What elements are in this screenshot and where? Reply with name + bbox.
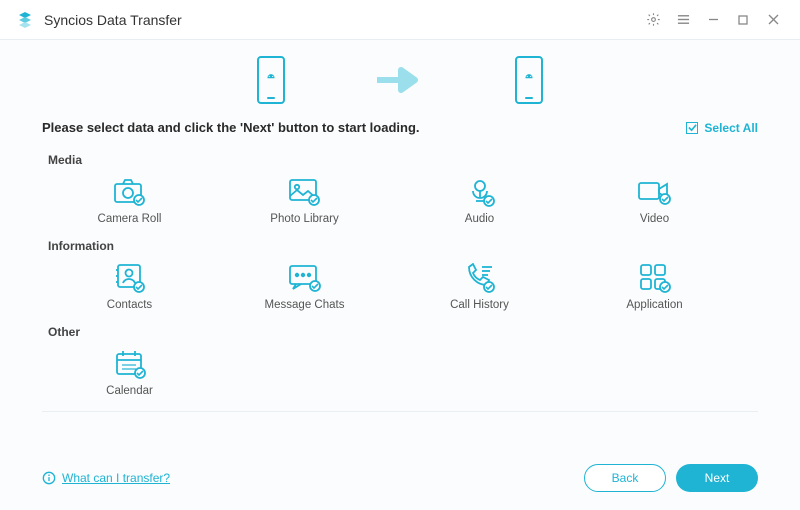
item-contacts[interactable]: Contacts	[42, 259, 217, 315]
help-label: What can I transfer?	[62, 471, 170, 485]
media-grid: Camera Roll Photo Library Audio Video	[42, 173, 758, 229]
target-phone-icon	[515, 56, 543, 104]
item-label: Contacts	[107, 299, 152, 311]
item-label: Audio	[465, 213, 494, 225]
maximize-button[interactable]	[728, 5, 758, 35]
instruction-text: Please select data and click the 'Next' …	[42, 120, 420, 135]
item-application[interactable]: Application	[567, 259, 742, 315]
next-button[interactable]: Next	[676, 464, 758, 492]
menu-button[interactable]	[668, 5, 698, 35]
main-content: Please select data and click the 'Next' …	[0, 120, 800, 412]
close-button[interactable]	[758, 5, 788, 35]
arrow-right-icon	[375, 65, 425, 95]
item-label: Application	[626, 299, 682, 311]
item-audio[interactable]: Audio	[392, 173, 567, 229]
app-title: Syncios Data Transfer	[44, 12, 182, 28]
item-message-chats[interactable]: Message Chats	[217, 259, 392, 315]
checkbox-icon	[686, 122, 698, 134]
select-all-checkbox[interactable]: Select All	[686, 121, 758, 135]
item-label: Call History	[450, 299, 509, 311]
item-label: Video	[640, 213, 669, 225]
item-label: Photo Library	[270, 213, 338, 225]
message-icon	[287, 263, 323, 293]
item-label: Message Chats	[265, 299, 345, 311]
help-link[interactable]: What can I transfer?	[42, 471, 170, 485]
item-camera-roll[interactable]: Camera Roll	[42, 173, 217, 229]
select-all-label: Select All	[704, 121, 758, 135]
item-photo-library[interactable]: Photo Library	[217, 173, 392, 229]
item-call-history[interactable]: Call History	[392, 259, 567, 315]
other-grid: Calendar	[42, 345, 758, 401]
video-icon	[637, 177, 673, 207]
audio-icon	[462, 177, 498, 207]
section-media-label: Media	[48, 153, 758, 167]
item-label: Camera Roll	[98, 213, 162, 225]
apps-icon	[637, 263, 673, 293]
source-phone-icon	[257, 56, 285, 104]
calendar-icon	[112, 349, 148, 379]
information-grid: Contacts Message Chats Call History Appl…	[42, 259, 758, 315]
minimize-button[interactable]	[698, 5, 728, 35]
item-calendar[interactable]: Calendar	[42, 345, 217, 401]
divider	[42, 411, 758, 412]
photo-icon	[287, 177, 323, 207]
settings-button[interactable]	[638, 5, 668, 35]
section-other-label: Other	[48, 325, 758, 339]
contacts-icon	[112, 263, 148, 293]
item-label: Calendar	[106, 385, 153, 397]
call-history-icon	[462, 263, 498, 293]
app-logo-icon	[16, 11, 34, 29]
item-video[interactable]: Video	[567, 173, 742, 229]
transfer-banner	[0, 40, 800, 120]
titlebar: Syncios Data Transfer	[0, 0, 800, 40]
section-information-label: Information	[48, 239, 758, 253]
info-icon	[42, 471, 56, 485]
footer: What can I transfer? Back Next	[0, 464, 800, 492]
camera-icon	[112, 177, 148, 207]
back-button[interactable]: Back	[584, 464, 666, 492]
